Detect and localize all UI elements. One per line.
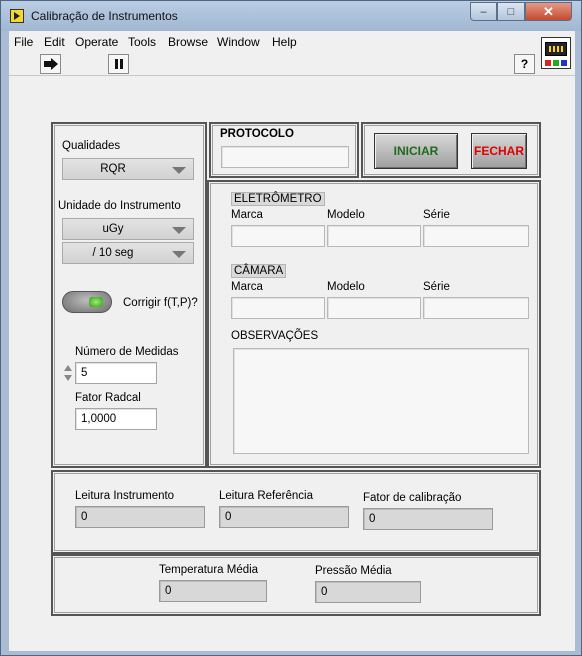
leitura-instrumento-indicator: 0 (75, 506, 205, 528)
menu-bar: File Edit Operate Tools Browse Window He… (9, 31, 575, 51)
fechar-button[interactable]: FECHAR (471, 133, 527, 169)
iniciar-button[interactable]: INICIAR (374, 133, 458, 169)
eletrometro-serie-label: Série (423, 209, 450, 221)
corrigir-toggle[interactable] (62, 291, 112, 313)
settings-panel: Qualidades RQR Unidade do Instrumento uG… (51, 122, 207, 468)
temperatura-label: Temperatura Média (159, 564, 259, 576)
tempo-value: / 10 seg (92, 247, 134, 259)
pause-button[interactable] (108, 54, 129, 74)
vi-connector-icon (541, 37, 571, 69)
unidade-value: uGy (102, 223, 124, 235)
title-bar[interactable]: Calibração de Instrumentos – □ ✕ (1, 1, 581, 31)
corrigir-label: Corrigir f(T,P)? (123, 297, 198, 309)
leitura-referencia-indicator: 0 (219, 506, 349, 528)
observacoes-label: OBSERVAÇÕES (231, 330, 319, 342)
menu-tools[interactable]: Tools (128, 35, 156, 49)
run-arrow-icon (43, 58, 58, 70)
labview-vi-icon (10, 9, 24, 23)
ambient-panel: Temperatura Média 0 Pressão Média 0 (51, 554, 541, 616)
eletrometro-marca-input[interactable] (231, 225, 325, 247)
toggle-led-icon (89, 297, 103, 307)
leitura-referencia-label: Leitura Referência (219, 490, 313, 502)
menu-operate[interactable]: Operate (75, 35, 118, 49)
toolbar: ? (9, 51, 575, 75)
instrument-panel: ELETRÔMETRO Marca Modelo Série CÂMARA Ma… (207, 180, 541, 468)
fator-calibracao-indicator: 0 (363, 508, 493, 530)
app-window: Calibração de Instrumentos – □ ✕ File Ed… (0, 0, 582, 656)
context-help-button[interactable]: ? (514, 54, 535, 74)
observacoes-textarea[interactable] (233, 348, 529, 454)
num-medidas-stepper[interactable] (63, 362, 73, 384)
minimize-button[interactable]: – (470, 2, 497, 21)
pressao-label: Pressão Média (315, 565, 392, 577)
camara-serie-input[interactable] (423, 297, 529, 319)
camara-label: CÂMARA (231, 264, 287, 278)
window-title: Calibração de Instrumentos (31, 9, 178, 23)
unidade-label: Unidade do Instrumento (58, 200, 181, 212)
fator-radcal-label: Fator Radcal (75, 392, 141, 404)
temperatura-indicator: 0 (159, 580, 267, 602)
eletrometro-label: ELETRÔMETRO (231, 192, 325, 206)
menu-help[interactable]: Help (272, 35, 297, 49)
unidade-dropdown[interactable]: uGy (62, 218, 194, 240)
menu-edit[interactable]: Edit (44, 35, 65, 49)
menu-file[interactable]: File (14, 35, 33, 49)
front-panel: Qualidades RQR Unidade do Instrumento uG… (9, 75, 575, 651)
maximize-button[interactable]: □ (497, 2, 525, 21)
chevron-down-icon (172, 167, 186, 174)
pressao-indicator: 0 (315, 581, 421, 603)
camara-serie-label: Série (423, 281, 450, 293)
run-button[interactable] (40, 54, 61, 74)
fator-radcal-input[interactable]: 1,0000 (75, 408, 157, 430)
qualidades-label: Qualidades (62, 140, 121, 152)
decrement-arrow-icon (64, 375, 72, 381)
protocolo-panel: PROTOCOLO (209, 122, 359, 178)
eletrometro-marca-label: Marca (231, 209, 263, 221)
protocolo-input[interactable] (221, 146, 349, 168)
results-panel: Leitura Instrumento 0 Leitura Referência… (51, 470, 541, 554)
num-medidas-input[interactable]: 5 (75, 362, 157, 384)
chevron-down-icon (172, 251, 186, 258)
actions-panel: INICIAR FECHAR (361, 122, 541, 178)
close-button[interactable]: ✕ (525, 2, 572, 21)
qualidades-value: RQR (100, 163, 126, 175)
eletrometro-modelo-label: Modelo (327, 209, 365, 221)
fator-calibracao-label: Fator de calibração (363, 492, 462, 504)
menu-window[interactable]: Window (217, 35, 260, 49)
fechar-label: FECHAR (474, 144, 524, 158)
increment-arrow-icon (64, 365, 72, 371)
client-area: File Edit Operate Tools Browse Window He… (9, 31, 575, 651)
camara-marca-input[interactable] (231, 297, 325, 319)
leitura-instrumento-label: Leitura Instrumento (75, 490, 175, 502)
qualidades-dropdown[interactable]: RQR (62, 158, 194, 180)
camara-modelo-input[interactable] (327, 297, 421, 319)
eletrometro-modelo-input[interactable] (327, 225, 421, 247)
num-medidas-label: Número de Medidas (75, 346, 179, 358)
eletrometro-serie-input[interactable] (423, 225, 529, 247)
menu-browse[interactable]: Browse (168, 35, 208, 49)
pause-icon (114, 59, 123, 69)
camara-marca-label: Marca (231, 281, 263, 293)
chevron-down-icon (172, 227, 186, 234)
protocolo-label: PROTOCOLO (220, 128, 294, 140)
iniciar-label: INICIAR (393, 144, 439, 158)
tempo-dropdown[interactable]: / 10 seg (62, 242, 194, 264)
camara-modelo-label: Modelo (327, 281, 365, 293)
